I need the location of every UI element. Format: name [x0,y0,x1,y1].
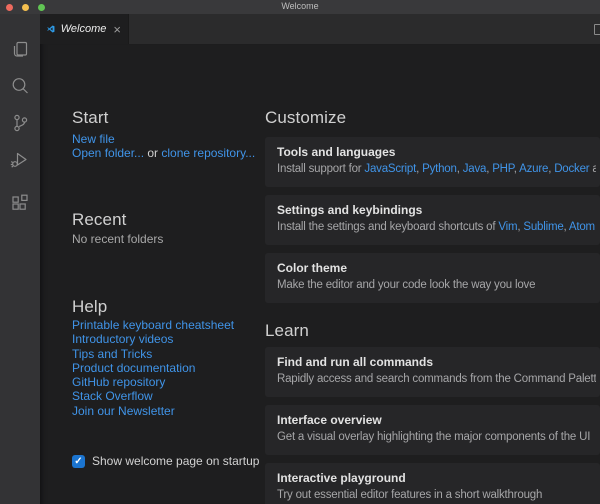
card-description: Make the editor and your code look the w… [277,278,596,293]
tab-welcome[interactable]: Welcome × [40,14,129,44]
card-tools-and-languages[interactable]: Tools and languages Install support for … [265,137,600,187]
inline-link[interactable]: Java [463,163,487,175]
inline-link[interactable]: Sublime [523,221,563,233]
inline-text: Get a visual overlay highlighting the ma… [277,431,590,443]
inline-link[interactable]: Vim [498,221,517,233]
inline-text: Try out essential editor features in a s… [277,489,542,501]
inline-text: or [144,146,161,160]
new-file-link[interactable]: New file [72,132,115,146]
card-description: Try out essential editor features in a s… [277,488,596,503]
explorer-icon[interactable] [9,39,31,61]
help-link-keyboard-cheatsheet[interactable]: Printable keyboard cheatsheet [72,318,234,332]
tab-close-icon[interactable]: × [113,23,121,36]
inline-link[interactable]: Open folder... [72,146,144,160]
source-control-icon[interactable] [9,112,31,134]
card-description: Install support for JavaScript, Python, … [277,162,596,177]
help-link-introductory-videos[interactable]: Introductory videos [72,332,234,346]
card-title: Interface overview [277,413,596,428]
search-icon[interactable] [9,75,31,97]
inline-link[interactable]: Python [422,163,457,175]
run-and-debug-icon[interactable] [9,149,31,171]
card-interface-overview[interactable]: Interface overview Get a visual overlay … [265,405,600,455]
inline-text: Make the editor and your code look the w… [277,279,535,291]
help-link-product-documentation[interactable]: Product documentation [72,361,234,375]
card-title: Interactive playground [277,471,596,486]
help-heading: Help [72,297,107,317]
inline-text: a... [595,221,596,233]
help-link-github-repository[interactable]: GitHub repository [72,375,234,389]
inline-text: Install support for [277,163,364,175]
inline-text: an... [589,163,596,175]
open-folder-line: Open folder... or clone repository... [72,146,255,160]
inline-link[interactable]: clone repository... [161,146,255,160]
card-settings-and-keybindings[interactable]: Settings and keybindings Install the set… [265,195,600,245]
no-recent-folders-text: No recent folders [72,232,163,246]
learn-heading: Learn [265,321,309,341]
card-interactive-playground[interactable]: Interactive playground Try out essential… [265,463,600,504]
card-title: Color theme [277,261,596,276]
activity-bar [0,14,40,504]
show-welcome-checkbox[interactable]: ✓ [72,455,85,468]
inline-link[interactable]: JavaScript [364,163,416,175]
show-welcome-label: Show welcome page on startup [92,454,259,468]
inline-text: Install the settings and keyboard shortc… [277,221,498,233]
help-link-join-newsletter[interactable]: Join our Newsletter [72,404,234,418]
vscode-window: Welcome Welcome × [0,0,600,504]
inline-link[interactable]: Azure [519,163,548,175]
card-color-theme[interactable]: Color theme Make the editor and your cod… [265,253,600,303]
help-links: Printable keyboard cheatsheet Introducto… [72,318,234,418]
extensions-icon[interactable] [9,192,31,214]
card-find-and-run-all-commands[interactable]: Find and run all commands Rapidly access… [265,347,600,397]
tab-label: Welcome [61,23,107,35]
split-editor-icon[interactable] [594,24,600,35]
titlebar: Welcome [0,0,600,14]
customize-heading: Customize [265,108,346,128]
main-area: Welcome × Start New file Open folder... … [40,14,600,504]
welcome-page: Start New file Open folder... or clone r… [40,44,600,504]
inline-link[interactable]: PHP [492,163,514,175]
card-title: Tools and languages [277,145,596,160]
help-link-tips-and-tricks[interactable]: Tips and Tricks [72,347,234,361]
tab-bar: Welcome × [40,14,600,44]
show-welcome-checkbox-row[interactable]: ✓ Show welcome page on startup [72,454,259,468]
window-title: Welcome [0,1,600,11]
start-heading: Start [72,108,108,128]
recent-heading: Recent [72,210,126,230]
card-title: Settings and keybindings [277,203,596,218]
inline-link[interactable]: Docker [554,163,589,175]
card-description: Get a visual overlay highlighting the ma… [277,430,596,445]
help-link-stack-overflow[interactable]: Stack Overflow [72,389,234,403]
inline-link[interactable]: Atom [569,221,595,233]
vscode-logo-icon [47,22,55,36]
card-description: Rapidly access and search commands from … [277,372,596,387]
card-title: Find and run all commands [277,355,596,370]
inline-text: Rapidly access and search commands from … [277,373,596,385]
card-description: Install the settings and keyboard shortc… [277,220,596,235]
